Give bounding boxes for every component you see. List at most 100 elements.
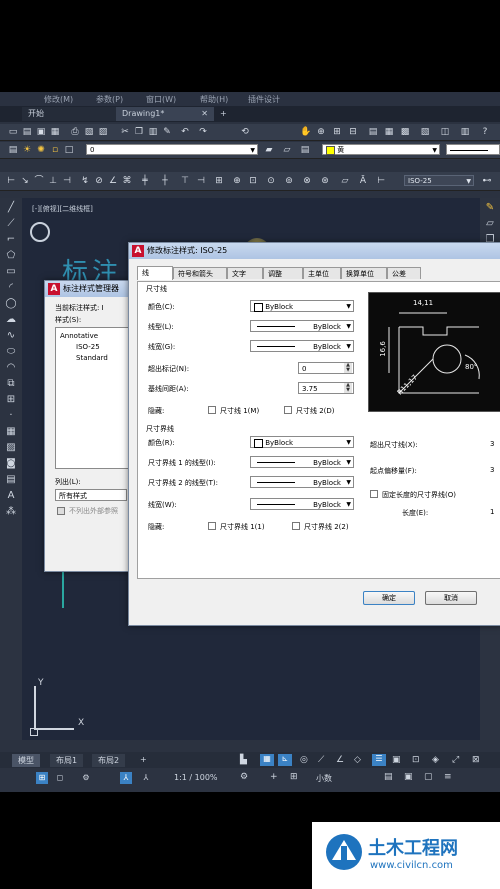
- style-item-iso25[interactable]: ISO-25: [76, 343, 100, 351]
- dim-color-select[interactable]: ByBlock ▼: [250, 300, 354, 312]
- jogged-linear-icon[interactable]: ⊙: [266, 176, 276, 186]
- ok-button[interactable]: 确定: [363, 591, 415, 605]
- scale-readout[interactable]: 1:1 / 100%: [174, 773, 218, 782]
- add-layout-button[interactable]: +: [134, 754, 153, 765]
- polar-icon[interactable]: ◎: [300, 755, 308, 765]
- list-dropdown[interactable]: 所有样式: [55, 489, 127, 501]
- suppress-dim1-checkbox[interactable]: [208, 406, 216, 414]
- dim-linear-icon[interactable]: ⊢: [6, 176, 16, 186]
- color-swatch-icon[interactable]: □: [64, 145, 74, 155]
- dim-ordinate-icon[interactable]: ⊥: [48, 176, 58, 186]
- suppress-dim2-checkbox[interactable]: [284, 406, 292, 414]
- gear-icon[interactable]: ⚙: [240, 772, 248, 782]
- tolerance-icon[interactable]: ⊞: [214, 176, 224, 186]
- save-icon[interactable]: ▣: [36, 127, 46, 137]
- ext-lw-select[interactable]: ByBlock ▼: [250, 498, 354, 510]
- match-icon[interactable]: ✎: [162, 127, 172, 137]
- tab-start[interactable]: 开始: [22, 107, 116, 121]
- ellipse-icon[interactable]: ⬭: [5, 346, 17, 358]
- open-icon[interactable]: ▤: [22, 127, 32, 137]
- saveas-icon[interactable]: ▦: [50, 127, 60, 137]
- dim-linetype-select[interactable]: ByBlock ▼: [250, 320, 354, 332]
- grid-icon[interactable]: ▦: [260, 754, 274, 766]
- polyline-icon[interactable]: ⌐: [5, 234, 17, 246]
- annotation-scale-icon[interactable]: ⅄: [120, 772, 132, 784]
- undo-list-icon[interactable]: ⟲: [240, 127, 250, 137]
- paste-icon[interactable]: ▥: [148, 127, 158, 137]
- dim-angular-icon[interactable]: ∠: [108, 176, 118, 186]
- units-readout[interactable]: 小数: [316, 773, 332, 784]
- osnap-track-icon[interactable]: ∠: [336, 755, 344, 765]
- plus-icon[interactable]: +: [270, 772, 278, 782]
- tab-text[interactable]: 文字: [227, 267, 263, 279]
- ext-lt1-select[interactable]: ByBlock ▼: [250, 456, 354, 468]
- tab-fit[interactable]: 调整: [263, 267, 303, 279]
- dim-jogged-icon[interactable]: ↯: [80, 176, 90, 186]
- tab-symbols-arrows[interactable]: 符号和箭头: [173, 267, 227, 279]
- zoom-window-icon[interactable]: ⊞: [332, 127, 342, 137]
- ext-lt2-select[interactable]: ByBlock ▼: [250, 476, 354, 488]
- insert-block-icon[interactable]: ⧉: [5, 378, 17, 390]
- isodraft-icon[interactable]: ⟋: [318, 755, 324, 765]
- dim-break-icon[interactable]: ⊣: [196, 176, 206, 186]
- hatch-icon[interactable]: ▦: [5, 426, 17, 438]
- workspace-icon[interactable]: ⚙: [80, 772, 92, 784]
- pan-icon[interactable]: ✋: [300, 127, 311, 137]
- new-tab-button[interactable]: +: [214, 107, 234, 121]
- gradient-icon[interactable]: ▨: [5, 442, 17, 454]
- 3dosnap-icon[interactable]: ◈: [432, 755, 439, 765]
- dim-text-edit-icon[interactable]: ⊗: [302, 176, 312, 186]
- annotate-icon[interactable]: ⅄: [140, 772, 152, 784]
- copy-icon[interactable]: ❐: [134, 127, 144, 137]
- suppress-ext1-checkbox[interactable]: [208, 522, 216, 530]
- menu-help[interactable]: 帮助(H): [200, 94, 228, 105]
- annotation-visibility-icon[interactable]: ⊞: [36, 772, 48, 784]
- mtext-icon[interactable]: A: [5, 490, 17, 502]
- zoom-prev-icon[interactable]: ⊟: [348, 127, 358, 137]
- isolate-icon[interactable]: ⊞: [290, 772, 298, 782]
- dim-baseline-icon[interactable]: ╪: [140, 176, 150, 186]
- dim-edit-icon[interactable]: ⊚: [284, 176, 294, 186]
- inspect-icon[interactable]: ⊡: [248, 176, 258, 186]
- properties-icon[interactable]: ▤: [368, 127, 378, 137]
- line-icon[interactable]: ╱: [5, 202, 17, 214]
- dynamic-ucs-icon[interactable]: ⤢: [452, 755, 459, 765]
- menu-parameters[interactable]: 参数(P): [96, 94, 123, 105]
- ellipse-arc-icon[interactable]: ◠: [5, 362, 17, 374]
- lock-icon[interactable]: ▫: [50, 145, 60, 155]
- new-icon[interactable]: ▭: [8, 127, 18, 137]
- selection-cycling-icon[interactable]: ⊡: [412, 755, 420, 765]
- help-icon[interactable]: ?: [480, 127, 490, 137]
- dim-radius-icon[interactable]: ⊣: [62, 176, 72, 186]
- rectangle-icon[interactable]: ▭: [5, 266, 17, 278]
- tab-drawing1[interactable]: Drawing1* ✕: [116, 107, 214, 121]
- dim-aligned-icon[interactable]: ↘: [20, 176, 30, 186]
- dim-update-icon[interactable]: ⊛: [320, 176, 330, 186]
- circle-icon[interactable]: ◯: [5, 298, 17, 310]
- linetype-dropdown[interactable]: [446, 144, 500, 155]
- tab-model[interactable]: 模型: [12, 754, 40, 767]
- navwheel-icon[interactable]: [30, 222, 50, 242]
- suppress-ext2-checkbox[interactable]: [292, 522, 300, 530]
- layer-prev-icon[interactable]: ▱: [282, 145, 292, 155]
- snap-mode-icon[interactable]: ▙: [240, 755, 247, 765]
- length-value[interactable]: 1: [490, 508, 494, 516]
- sheetset-icon[interactable]: ▧: [420, 127, 430, 137]
- extend-ticks-spinner[interactable]: 0 ▲ ▼: [298, 362, 354, 374]
- cancel-button[interactable]: 取消: [425, 591, 477, 605]
- styles-list[interactable]: Annotative ISO-25 Standard: [55, 327, 129, 469]
- designcenter-icon[interactable]: ▦: [384, 127, 394, 137]
- dim-space-icon[interactable]: ⊤: [180, 176, 190, 186]
- quick-props-icon[interactable]: ▤: [384, 772, 393, 782]
- dim-quick-icon[interactable]: ⌘: [122, 176, 132, 186]
- calc-icon[interactable]: ▥: [460, 127, 470, 137]
- xref-checkbox[interactable]: [57, 507, 65, 515]
- publish-icon[interactable]: ▨: [98, 127, 108, 137]
- arc-icon[interactable]: ◜: [5, 282, 17, 294]
- tab-lines[interactable]: 线: [137, 266, 173, 280]
- preview-icon[interactable]: ▧: [84, 127, 94, 137]
- extend-beyond-value[interactable]: 3: [490, 440, 494, 448]
- table-icon[interactable]: ▤: [5, 474, 17, 486]
- spinner-arrows-icon[interactable]: ▲ ▼: [344, 363, 352, 373]
- dim-style-icon[interactable]: ⊢: [376, 176, 386, 186]
